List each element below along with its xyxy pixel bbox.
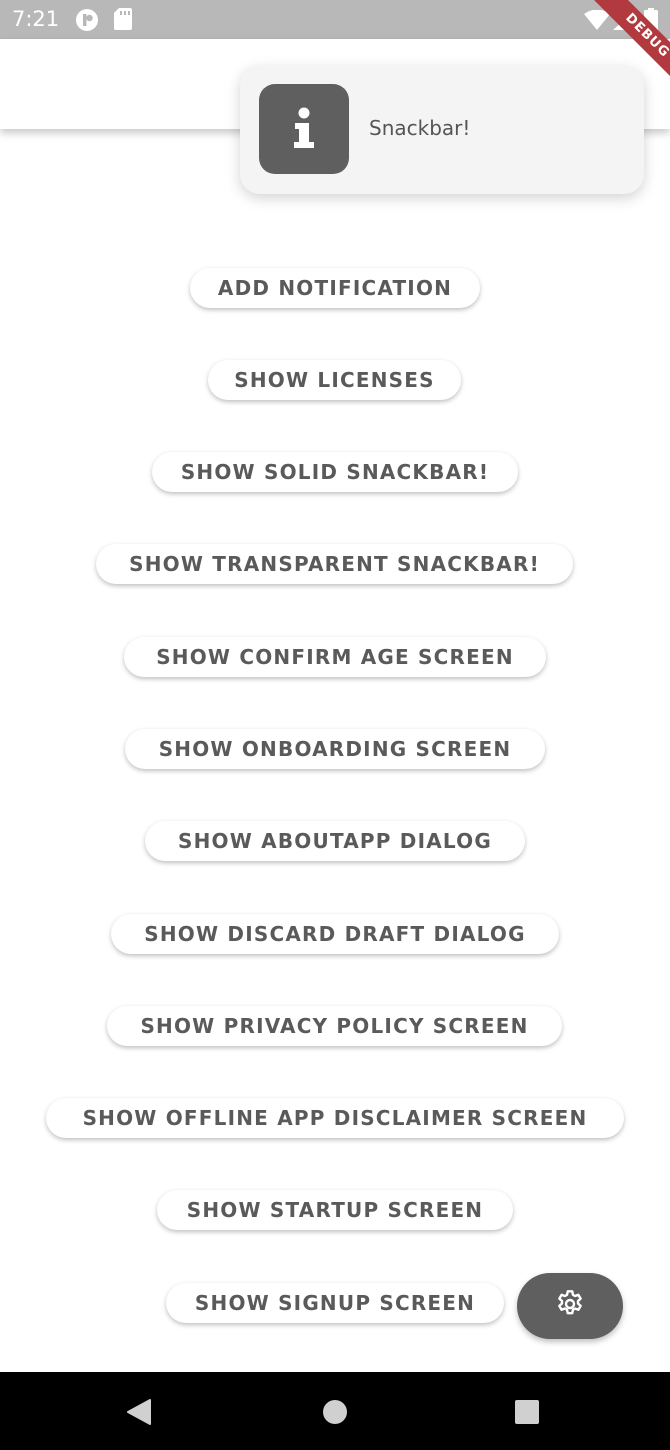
system-navigation-bar [0, 1372, 670, 1450]
show-transparent-snackbar-button[interactable]: SHOW TRANSPARENT SNACKBAR! [96, 544, 573, 584]
show-onboarding-screen-button[interactable]: SHOW ONBOARDING SCREEN [125, 729, 545, 769]
sd-card-icon [114, 8, 132, 34]
info-icon [259, 84, 349, 174]
show-offline-app-disclaimer-screen-button[interactable]: SHOW OFFLINE APP DISCLAIMER SCREEN [46, 1098, 624, 1138]
recent-apps-icon[interactable] [514, 1399, 540, 1429]
show-discard-draft-dialog-button[interactable]: SHOW DISCARD DRAFT DIALOG [111, 914, 559, 954]
snackbar[interactable]: Snackbar! [240, 66, 644, 194]
status-bar: 7:21 [0, 0, 670, 39]
show-aboutapp-dialog-button[interactable]: SHOW ABOUTAPP DIALOG [145, 821, 525, 861]
wifi-icon [584, 9, 610, 34]
battery-icon [644, 8, 658, 36]
show-confirm-age-screen-button[interactable]: SHOW CONFIRM AGE SCREEN [124, 637, 546, 677]
home-icon[interactable] [322, 1399, 348, 1429]
show-signup-screen-button[interactable]: SHOW SIGNUP SCREEN [166, 1283, 504, 1323]
app-notification-icon [75, 8, 99, 36]
add-notification-button[interactable]: ADD NOTIFICATION [190, 268, 480, 308]
snackbar-message: Snackbar! [369, 116, 471, 140]
signal-icon [613, 10, 635, 34]
app-screen: 7:21 DEBUG Snackbar! ADD NOTIFICATION SH… [0, 0, 670, 1450]
status-time: 7:21 [12, 7, 60, 31]
show-solid-snackbar-button[interactable]: SHOW SOLID SNACKBAR! [152, 452, 518, 492]
back-icon[interactable] [126, 1398, 152, 1430]
show-licenses-button[interactable]: SHOW LICENSES [208, 360, 461, 400]
settings-button[interactable] [517, 1273, 623, 1339]
gear-icon [554, 1288, 586, 1324]
show-privacy-policy-screen-button[interactable]: SHOW PRIVACY POLICY SCREEN [107, 1006, 562, 1046]
show-startup-screen-button[interactable]: SHOW STARTUP SCREEN [157, 1190, 513, 1230]
